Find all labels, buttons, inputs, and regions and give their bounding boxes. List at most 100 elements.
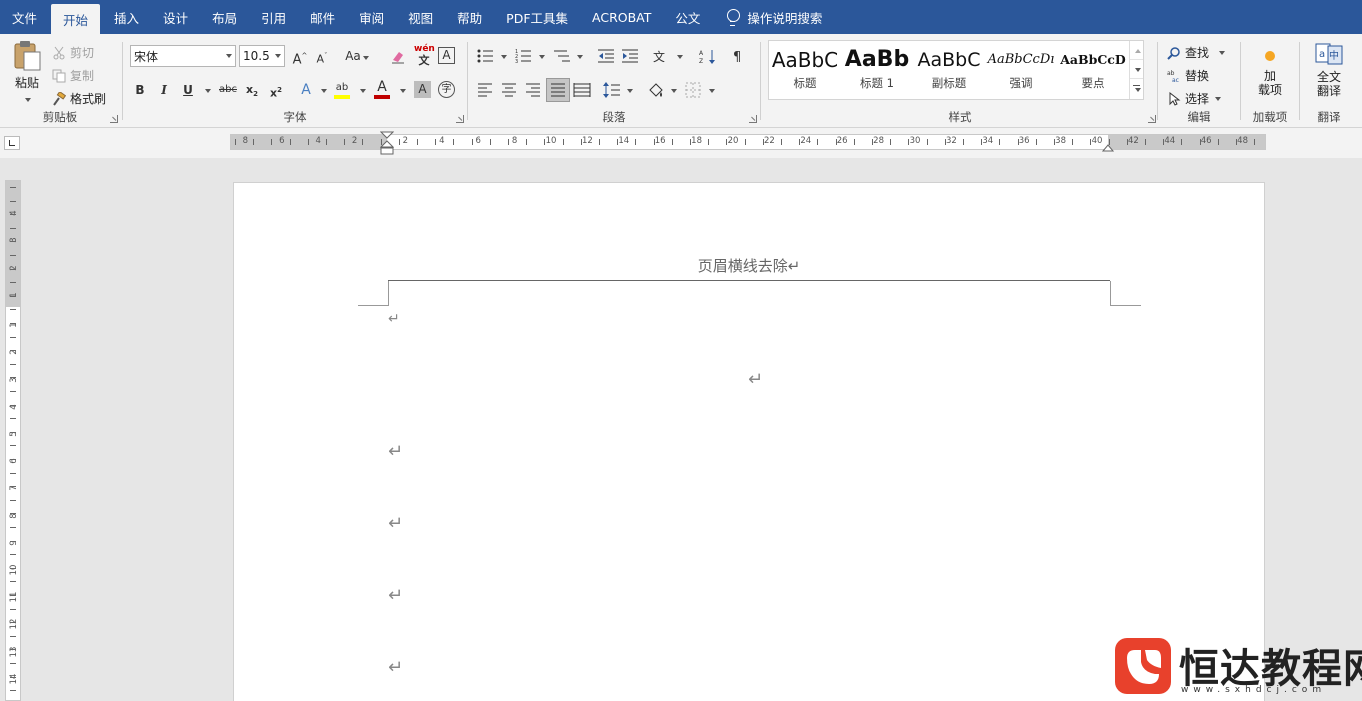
replace-button[interactable]: ab ac 替换 bbox=[1167, 67, 1209, 84]
chevron-down-icon[interactable] bbox=[677, 55, 683, 59]
tab-view[interactable]: 视图 bbox=[396, 0, 445, 34]
borders-icon[interactable] bbox=[685, 82, 701, 98]
align-center-icon[interactable] bbox=[501, 82, 517, 98]
style-subtitle[interactable]: AaBbC 副标题 bbox=[913, 41, 985, 99]
paragraph-mark[interactable]: ↵ bbox=[748, 369, 763, 390]
gallery-more-icon[interactable] bbox=[1130, 79, 1143, 98]
chevron-down-icon[interactable] bbox=[671, 89, 677, 93]
ruler-number-20: 42 bbox=[1127, 136, 1139, 146]
paragraph-mark[interactable]: ↵ bbox=[388, 311, 400, 327]
font-dialog-launcher-icon[interactable] bbox=[456, 115, 464, 123]
horizontal-ruler[interactable]: 8 6 4 2 2 4 6 8 10 12 14 16 18 20 22 24 26 28 30 32 34 36 38 40… bbox=[230, 131, 1266, 155]
indent-markers-icon[interactable] bbox=[380, 131, 394, 157]
chevron-down-icon[interactable] bbox=[321, 89, 327, 93]
full-text-translate-button[interactable]: a 中 全文 翻译 bbox=[1305, 42, 1353, 104]
paragraph-mark[interactable]: ↵ bbox=[388, 441, 403, 462]
tab-layout[interactable]: 布局 bbox=[200, 0, 249, 34]
style-emphasis[interactable]: AaBbCcDı 强调 bbox=[985, 41, 1057, 99]
underline-button[interactable]: U bbox=[178, 80, 198, 100]
tab-mailings[interactable]: 邮件 bbox=[298, 0, 347, 34]
character-shading-button[interactable]: A bbox=[414, 81, 431, 98]
tab-review[interactable]: 审阅 bbox=[347, 0, 396, 34]
chevron-down-icon[interactable] bbox=[226, 54, 232, 58]
select-button[interactable]: 选择 bbox=[1167, 90, 1222, 107]
multilevel-list-icon[interactable] bbox=[553, 48, 571, 64]
find-button[interactable]: 查找 bbox=[1167, 44, 1226, 61]
chinese-layout-icon[interactable]: 文 bbox=[653, 48, 671, 64]
tab-official-document[interactable]: 公文 bbox=[663, 0, 712, 34]
chevron-down-icon[interactable] bbox=[400, 89, 406, 93]
chevron-down-icon[interactable] bbox=[577, 55, 583, 59]
align-left-icon[interactable] bbox=[477, 82, 493, 98]
chevron-down-icon[interactable] bbox=[360, 89, 366, 93]
distributed-icon[interactable] bbox=[573, 82, 591, 98]
shading-icon[interactable] bbox=[647, 82, 665, 100]
character-border-button[interactable]: A bbox=[438, 47, 455, 64]
strikethrough-button[interactable]: abc bbox=[216, 80, 240, 100]
enclose-characters-button[interactable]: 字 bbox=[438, 81, 455, 98]
addins-button[interactable]: 加 载项 bbox=[1246, 44, 1294, 104]
ruler-number-left-1: 6 bbox=[279, 136, 285, 146]
grow-font-button[interactable]: A^ bbox=[290, 46, 310, 67]
paste-button[interactable]: 粘贴 bbox=[8, 40, 46, 104]
line-spacing-icon[interactable] bbox=[603, 82, 621, 98]
sort-icon[interactable]: AZ bbox=[699, 48, 717, 66]
paragraph-mark[interactable]: ↵ bbox=[388, 585, 403, 606]
paragraph-mark[interactable]: ↵ bbox=[388, 513, 403, 534]
tab-help[interactable]: 帮助 bbox=[445, 0, 494, 34]
tab-acrobat[interactable]: ACROBAT bbox=[580, 0, 663, 34]
highlight-color-button[interactable]: ab bbox=[332, 80, 352, 100]
tell-me-search[interactable]: 操作说明搜索 bbox=[712, 0, 822, 34]
subscript-button[interactable]: x2 bbox=[242, 80, 262, 100]
chevron-down-icon[interactable] bbox=[25, 98, 31, 102]
chevron-down-icon[interactable] bbox=[501, 55, 507, 59]
clipboard-dialog-launcher-icon[interactable] bbox=[110, 115, 118, 123]
style-heading-1[interactable]: AaBb 标题 1 bbox=[841, 41, 913, 99]
align-right-icon[interactable] bbox=[525, 82, 541, 98]
text-effects-button[interactable]: A bbox=[296, 80, 316, 100]
header-text[interactable]: 页眉横线去除↵ bbox=[234, 255, 1264, 276]
superscript-button[interactable]: x2 bbox=[266, 80, 286, 100]
style-strong[interactable]: AaBbCcD 要点 bbox=[1057, 41, 1129, 99]
tab-file[interactable]: 文件 bbox=[0, 0, 49, 34]
copy-button[interactable]: 复制 bbox=[52, 67, 94, 84]
font-color-button[interactable]: A bbox=[372, 79, 392, 100]
show-formatting-marks-icon[interactable]: ¶ bbox=[731, 48, 747, 64]
chevron-down-icon[interactable] bbox=[627, 89, 633, 93]
vertical-ruler[interactable]: 4 3 2 1 1 2 3 4 5 6 7 8 9 10 11 12 13 14 bbox=[5, 180, 21, 701]
cut-button[interactable]: 剪切 bbox=[52, 44, 94, 61]
change-case-button[interactable]: Aa bbox=[342, 46, 372, 66]
decrease-indent-icon[interactable] bbox=[597, 48, 615, 64]
chevron-down-icon[interactable] bbox=[275, 54, 281, 58]
font-name-combobox[interactable]: 宋体 bbox=[130, 45, 236, 67]
replace-icon: abac bbox=[1167, 70, 1179, 83]
chevron-down-icon[interactable] bbox=[205, 89, 211, 93]
tab-design[interactable]: 设计 bbox=[151, 0, 200, 34]
chevron-down-icon[interactable] bbox=[709, 89, 715, 93]
shrink-font-button[interactable]: Aˇ bbox=[312, 46, 332, 66]
chevron-down-icon[interactable] bbox=[539, 55, 545, 59]
chevron-up-icon[interactable] bbox=[1130, 41, 1143, 60]
bold-button[interactable]: B bbox=[130, 80, 150, 100]
styles-dialog-launcher-icon[interactable] bbox=[1148, 115, 1156, 123]
tab-pdf-tools[interactable]: PDF工具集 bbox=[494, 0, 580, 34]
tab-references[interactable]: 引用 bbox=[249, 0, 298, 34]
tab-insert[interactable]: 插入 bbox=[102, 0, 151, 34]
justify-button[interactable] bbox=[546, 78, 570, 102]
italic-button[interactable]: I bbox=[154, 80, 174, 100]
font-size-combobox[interactable]: 10.5 bbox=[239, 45, 285, 67]
document-page[interactable]: 页眉横线去除↵ ↵ ↵ ↵ ↵ ↵ ↵ bbox=[233, 182, 1265, 701]
style-title[interactable]: AaBbC 标题 bbox=[769, 41, 841, 99]
format-painter-button[interactable]: 格式刷 bbox=[52, 90, 106, 107]
phonetic-guide-button[interactable]: wén 文 bbox=[414, 44, 435, 66]
numbering-icon[interactable]: 123 bbox=[515, 48, 533, 64]
bullets-icon[interactable] bbox=[477, 48, 495, 64]
styles-gallery-scrollbar[interactable] bbox=[1129, 41, 1143, 99]
increase-indent-icon[interactable] bbox=[621, 48, 639, 64]
paragraph-mark[interactable]: ↵ bbox=[388, 657, 403, 678]
chevron-down-icon[interactable] bbox=[1130, 60, 1143, 79]
tab-stop-selector[interactable] bbox=[4, 136, 20, 150]
clear-formatting-icon[interactable] bbox=[390, 49, 406, 65]
tab-home[interactable]: 开始 bbox=[51, 4, 101, 34]
paragraph-dialog-launcher-icon[interactable] bbox=[749, 115, 757, 123]
